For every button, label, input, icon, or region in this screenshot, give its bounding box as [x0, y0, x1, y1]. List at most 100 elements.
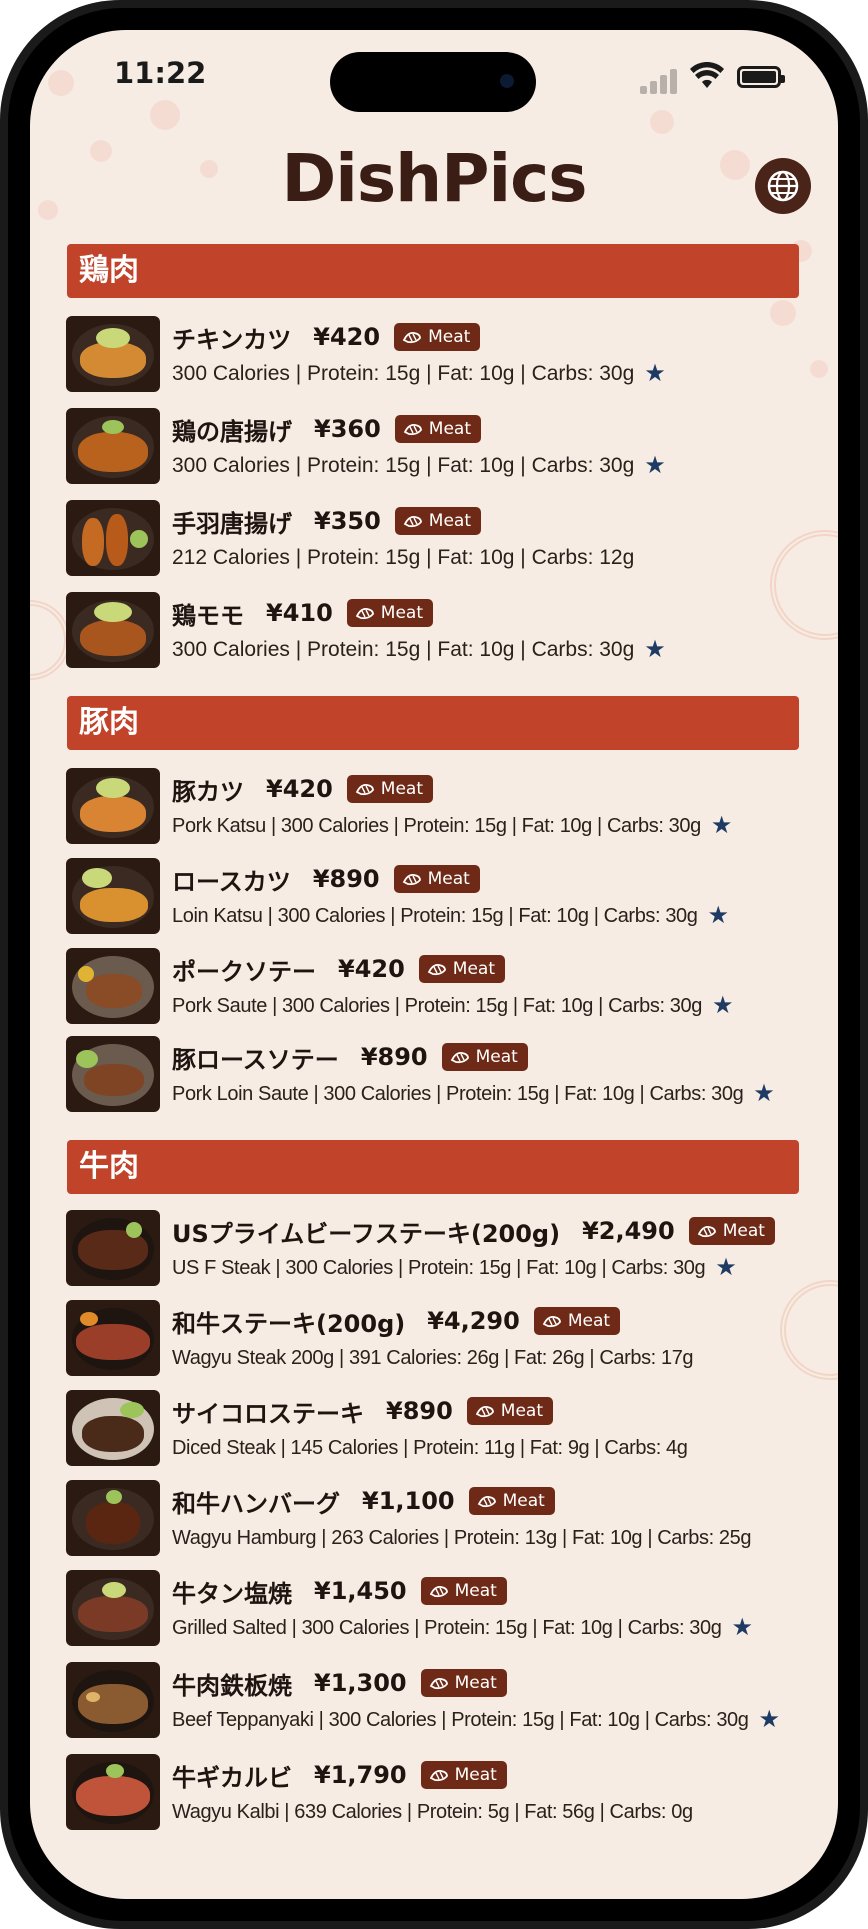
- menu-item[interactable]: 豚カツ ¥420 Meat Pork Katsu | 300 Calories | …: [66, 768, 826, 846]
- dish-price: ¥420: [313, 323, 381, 351]
- menu-item[interactable]: 牛タン塩焼 ¥1,450 Meat Grilled Salted | 300 Cal…: [66, 1570, 826, 1648]
- dish-price: ¥1,790: [314, 1761, 407, 1789]
- star-icon[interactable]: ★: [759, 1708, 781, 1732]
- badge-label: Meat: [380, 779, 424, 799]
- menu-item[interactable]: 手羽唐揚げ ¥350 Meat 212 Calories | Protein: 15…: [66, 500, 826, 578]
- meat-badge: Meat: [466, 1397, 554, 1425]
- meat-icon: [429, 1769, 448, 1782]
- wifi-icon: [690, 62, 724, 88]
- meat-badge: Meat: [420, 1577, 507, 1605]
- dish-photo: [66, 1662, 160, 1738]
- badge-label: Meat: [454, 1765, 497, 1785]
- dynamic-island: [330, 52, 536, 112]
- phone-frame: 11:22 DishPics 鶏肉 チキンカツ ¥420 Meat 300 Ca…: [0, 0, 868, 1929]
- app-title: DishPics: [281, 140, 587, 217]
- dish-price: ¥1,100: [362, 1487, 455, 1515]
- language-button[interactable]: [755, 158, 811, 214]
- menu-item[interactable]: 豚ロースソテー ¥890 Meat Pork Loin Saute | 300 Ca…: [66, 1036, 826, 1114]
- dish-name: 牛ギカルビ: [172, 1763, 292, 1792]
- menu-item[interactable]: チキンカツ ¥420 Meat 300 Calories | Protein: 15…: [66, 316, 826, 394]
- meat-badge: Meat: [441, 1043, 528, 1071]
- dish-description: Grilled Salted | 300 Calories | Protein:…: [172, 1616, 722, 1639]
- menu-item[interactable]: 鶏モモ ¥410 Meat 300 Calories | Protein: 15g …: [66, 592, 826, 670]
- meat-badge: Meat: [393, 865, 480, 893]
- star-icon[interactable]: ★: [753, 1082, 775, 1106]
- meat-icon: [402, 873, 421, 886]
- section-header-beef: 牛肉: [67, 1140, 799, 1194]
- menu-item[interactable]: 和牛ステーキ(200g) ¥4,290 Meat Wagyu Steak 200g …: [66, 1300, 826, 1378]
- meat-badge: Meat: [533, 1307, 621, 1335]
- meat-badge: Meat: [346, 775, 434, 803]
- meat-badge: Meat: [688, 1217, 775, 1245]
- menu-item[interactable]: ロースカツ ¥890 Meat Loin Katsu | 300 Calories …: [66, 858, 826, 936]
- dish-photo: [66, 592, 160, 668]
- menu-item[interactable]: 牛ギカルビ ¥1,790 Meat Wagyu Kalbi | 639 Calori…: [66, 1754, 826, 1832]
- badge-label: Meat: [428, 511, 472, 531]
- badge-label: Meat: [428, 327, 471, 347]
- dish-price: ¥350: [314, 507, 381, 535]
- dish-photo: [66, 1210, 160, 1286]
- star-icon[interactable]: ★: [731, 1616, 753, 1640]
- section-header-pork: 豚肉: [67, 696, 799, 750]
- meat-icon: [403, 515, 422, 528]
- dish-price: ¥2,490: [582, 1217, 675, 1245]
- dish-photo: [66, 1390, 160, 1466]
- dish-price: ¥890: [386, 1397, 453, 1425]
- dish-name: 和牛ステーキ(200g): [172, 1309, 406, 1338]
- dish-name: 牛肉鉄板焼: [172, 1671, 292, 1700]
- dish-description: Wagyu Steak 200g | 391 Calories: 26g | F…: [172, 1346, 694, 1369]
- dish-photo: [66, 408, 160, 484]
- badge-label: Meat: [500, 1401, 544, 1421]
- cellular-signal-icon: [640, 68, 680, 94]
- dish-photo: [66, 500, 160, 576]
- meat-badge: Meat: [420, 1761, 507, 1789]
- dish-description: Pork Saute | 300 Calories | Protein: 15g…: [172, 994, 702, 1017]
- menu-item[interactable]: サイコロステーキ ¥890 Meat Diced Steak | 145 Calor…: [66, 1390, 826, 1468]
- menu-item[interactable]: 和牛ハンバーグ ¥1,100 Meat Wagyu Hamburg | 263 Ca…: [66, 1480, 826, 1558]
- menu-item[interactable]: 牛肉鉄板焼 ¥1,300 Meat Beef Teppanyaki | 300 Ca…: [66, 1662, 826, 1740]
- star-icon[interactable]: ★: [644, 638, 666, 662]
- dish-description: Wagyu Hamburg | 263 Calories | Protein: …: [172, 1526, 752, 1549]
- meat-icon: [355, 607, 374, 620]
- star-icon[interactable]: ★: [644, 454, 666, 478]
- meat-badge: Meat: [394, 415, 482, 443]
- dish-description: 300 Calories | Protein: 15g | Fat: 10g |…: [172, 454, 635, 477]
- dish-photo: [66, 1300, 160, 1376]
- star-icon[interactable]: ★: [644, 362, 666, 386]
- dish-description: US F Steak | 300 Calories | Protein: 15g…: [172, 1256, 706, 1279]
- star-icon[interactable]: ★: [711, 814, 733, 838]
- meat-icon: [355, 783, 374, 796]
- dish-description: 300 Calories | Protein: 15g | Fat: 10g |…: [172, 362, 635, 385]
- dish-photo: [66, 1754, 160, 1830]
- star-icon[interactable]: ★: [715, 1256, 737, 1280]
- meat-icon: [403, 423, 422, 436]
- meat-icon: [402, 331, 421, 344]
- menu-item[interactable]: USプライムビーフステーキ(200g) ¥2,490 Meat US F Steak…: [66, 1210, 826, 1288]
- badge-label: Meat: [427, 869, 470, 889]
- meat-icon: [475, 1405, 494, 1418]
- dish-name: ロースカツ: [172, 867, 291, 896]
- menu-item[interactable]: 鶏の唐揚げ ¥360 Meat 300 Calories | Protein: 15…: [66, 408, 826, 486]
- dish-name: サイコロステーキ: [172, 1399, 364, 1428]
- badge-label: Meat: [475, 1047, 518, 1067]
- meat-badge: Meat: [420, 1669, 507, 1697]
- dish-price: ¥890: [312, 865, 380, 893]
- dish-name: USプライムビーフステーキ(200g): [172, 1219, 561, 1248]
- meat-icon: [697, 1225, 716, 1238]
- dish-description: 300 Calories | Protein: 15g | Fat: 10g |…: [172, 638, 635, 661]
- badge-label: Meat: [454, 1673, 497, 1693]
- menu-item[interactable]: ポークソテー ¥420 Meat Pork Saute | 300 Calories…: [66, 948, 826, 1026]
- section-header-chicken: 鶏肉: [67, 244, 799, 298]
- star-icon[interactable]: ★: [712, 994, 734, 1018]
- dish-name: 牛タン塩焼: [172, 1579, 292, 1608]
- dish-name: 豚カツ: [172, 777, 244, 806]
- dish-description: Pork Loin Saute | 300 Calories | Protein…: [172, 1082, 744, 1105]
- star-icon[interactable]: ★: [708, 904, 730, 928]
- dish-description: 212 Calories | Protein: 15g | Fat: 10g |…: [172, 546, 635, 569]
- dish-photo: [66, 768, 160, 844]
- dish-description: Wagyu Kalbi | 639 Calories | Protein: 5g…: [172, 1800, 693, 1823]
- badge-label: Meat: [567, 1311, 611, 1331]
- dish-photo: [66, 316, 160, 392]
- dish-price: ¥410: [266, 599, 333, 627]
- status-bar: 11:22: [30, 30, 838, 112]
